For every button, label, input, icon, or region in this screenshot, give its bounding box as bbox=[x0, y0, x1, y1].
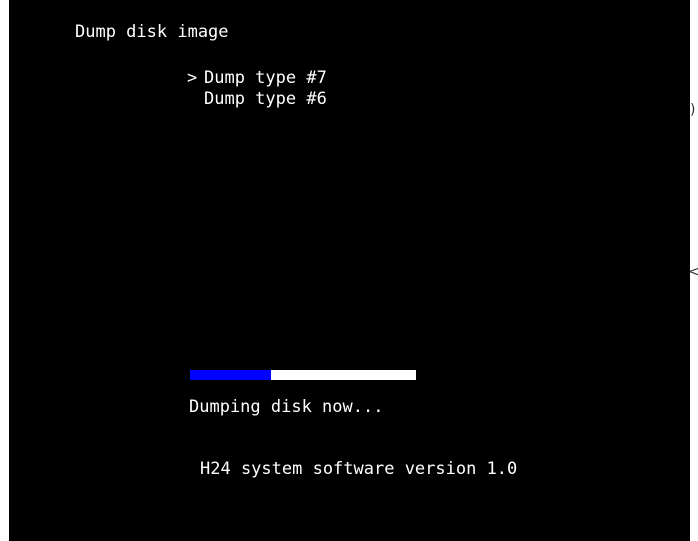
menu-item-dump-type-6[interactable]: Dump type #6 bbox=[187, 89, 327, 109]
menu-item-label: Dump type #7 bbox=[204, 68, 327, 88]
edge-glyph: ) bbox=[690, 102, 696, 118]
progress-bar-fill bbox=[190, 370, 272, 380]
menu-item-label: Dump type #6 bbox=[204, 89, 327, 109]
progress-bar bbox=[190, 370, 416, 380]
selection-cursor-icon: > bbox=[187, 68, 198, 88]
window-frame: Dump disk image > Dump type #7 Dump type … bbox=[0, 0, 698, 541]
edge-glyph: < bbox=[688, 264, 698, 280]
version-text: H24 system software version 1.0 bbox=[200, 459, 518, 479]
menu-item-dump-type-7[interactable]: > Dump type #7 bbox=[187, 68, 327, 88]
screen-title: Dump disk image bbox=[75, 22, 229, 42]
status-text: Dumping disk now... bbox=[189, 397, 384, 417]
terminal-screen: Dump disk image > Dump type #7 Dump type … bbox=[9, 0, 690, 541]
